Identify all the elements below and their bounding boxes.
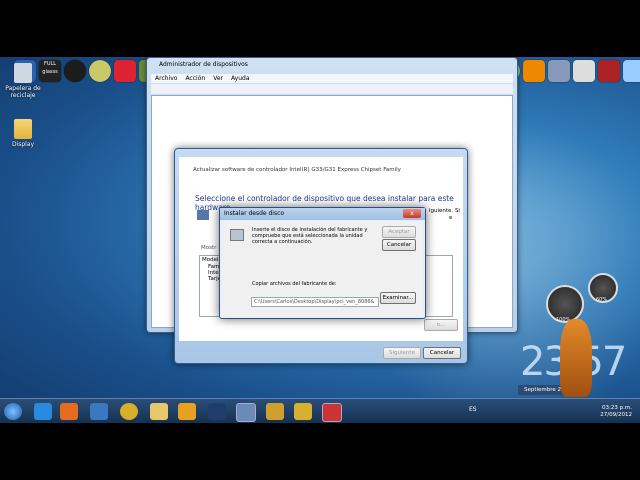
folder-icon — [14, 119, 32, 139]
crash-character — [560, 319, 592, 397]
start-button[interactable] — [4, 403, 22, 420]
next-button[interactable]: Siguiente — [383, 347, 421, 359]
taskbar — [0, 398, 640, 424]
music-icon[interactable] — [548, 60, 570, 82]
recycle-bin-label: Papelera de reciclaje — [5, 85, 41, 99]
recycle-bin-icon — [14, 63, 32, 83]
right-fragment-2: e — [449, 215, 453, 221]
ie-icon[interactable] — [34, 403, 52, 420]
app-icon-24[interactable] — [598, 60, 620, 82]
gauge-value-2: 60% — [596, 297, 608, 303]
taskbar-time: 03:23 p.m. — [602, 405, 632, 411]
wizard-cancel-button[interactable]: Cancelar — [423, 347, 461, 359]
app-icon-25[interactable] — [623, 60, 640, 82]
app-icon-5[interactable] — [114, 60, 136, 82]
language-indicator[interactable]: ES — [469, 406, 477, 413]
right-fragment-1: iguiente. Si — [429, 208, 460, 214]
install-disk-title: Instalar desde disco — [220, 208, 425, 220]
menu-ayuda[interactable]: Ayuda — [231, 74, 250, 83]
letterbox-bottom — [0, 423, 640, 480]
close-icon[interactable]: x — [403, 209, 421, 218]
menu-archivo[interactable]: Archivo — [155, 74, 177, 83]
app-taskbar-icon[interactable] — [90, 403, 108, 420]
taskbar-date: 27/09/2012 — [600, 412, 632, 418]
copy-from-label: Copiar archivos del fabricante de: — [252, 281, 337, 287]
photoshop-icon[interactable] — [208, 403, 226, 420]
toolbar — [151, 84, 513, 94]
letterbox-top — [0, 0, 640, 57]
media-player-icon[interactable] — [178, 403, 196, 420]
hardware-icon — [197, 210, 209, 220]
menu-accion[interactable]: Acción — [185, 74, 205, 83]
recycle-bin[interactable]: Papelera de reciclaje — [3, 63, 43, 99]
device-manager-title: Administrador de dispositivos — [159, 61, 248, 68]
app-icon-21[interactable] — [523, 60, 545, 82]
display-folder[interactable]: Display — [3, 119, 43, 148]
instructions-text: Inserte el disco de instalación del fabr… — [252, 227, 368, 245]
app-icon-3[interactable] — [64, 60, 86, 82]
firefox-icon[interactable] — [60, 403, 78, 420]
wizard-path-title: Actualizar software de controlador Intel… — [193, 167, 401, 173]
path-value: C:\Users\Carlos\Desktop\Display\pci_ven_… — [254, 299, 375, 305]
app-icon-23[interactable] — [573, 60, 595, 82]
chrome-icon[interactable] — [120, 403, 138, 420]
dialog-cancel-button[interactable]: Cancelar — [382, 239, 416, 251]
device-manager-task-icon[interactable] — [236, 403, 256, 422]
menu-bar: Archivo Acción Ver Ayuda — [151, 74, 513, 83]
disk-icon — [230, 229, 244, 241]
menu-ver[interactable]: Ver — [213, 74, 223, 83]
display-folder-label: Display — [11, 141, 35, 148]
taskbar-clock[interactable]: 03:23 p.m. 27/09/2012 — [600, 405, 632, 419]
app-taskbar-icon-4[interactable] — [322, 403, 342, 422]
app-taskbar-icon-3[interactable] — [294, 403, 312, 420]
accept-button[interactable]: Aceptar — [382, 226, 416, 238]
show-compatible-label[interactable]: Mostr — [201, 245, 216, 251]
path-combobox[interactable]: C:\Users\Carlos\Desktop\Display\pci_ven_… — [251, 297, 379, 307]
browse-button[interactable]: Examinar... — [380, 292, 416, 304]
explorer-icon[interactable] — [150, 403, 168, 420]
app-icon-4[interactable] — [89, 60, 111, 82]
app-taskbar-icon-2[interactable] — [266, 403, 284, 420]
have-disk-button[interactable]: o... — [424, 319, 458, 331]
